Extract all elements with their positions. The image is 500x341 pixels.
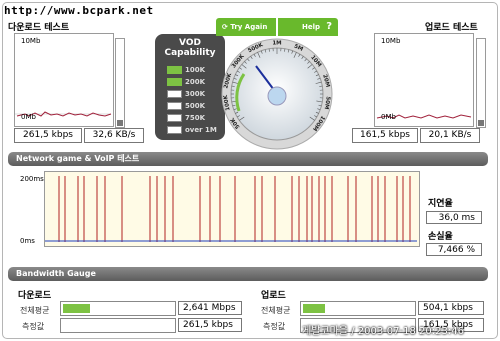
help-label: Help (302, 23, 321, 31)
download-kBs: 32,6 KB/s (84, 128, 144, 143)
watermark: 게발코마을 / 2003-07-18 20:23:46 (302, 326, 464, 337)
vod-item: over 1M (167, 126, 217, 134)
gauge-hub (267, 86, 287, 106)
download-kbps: 261,5 kbps (14, 128, 82, 143)
bw-upload-meas-label: 측정값 (263, 322, 286, 331)
vod-title: VOD (179, 38, 201, 48)
vod-indicator (167, 90, 182, 98)
download-ymin: 0Mb (21, 113, 36, 121)
latency-label: 지연율 (428, 199, 453, 209)
download-test-title: 다운로드 테스트 (8, 23, 70, 33)
vod-indicator (167, 102, 182, 110)
latency-ymax: 200ms (20, 175, 44, 183)
bw-upload-avg-value: 504,1 kbps (418, 301, 484, 315)
upload-kbps: 161,5 kbps (352, 128, 418, 143)
gauge-tick-label: 1M (272, 41, 281, 47)
upload-graph: 10Mb 0Mb (374, 33, 474, 127)
bw-download-avg-bar (60, 301, 176, 316)
vod-subtitle: Capability (164, 48, 216, 58)
site-url: http://www.bcpark.net (4, 4, 154, 17)
vod-item: 500K (167, 102, 205, 110)
refresh-icon: ⟳ (222, 23, 228, 31)
vod-item: 100K (167, 66, 205, 74)
bw-download-title: 다운로드 (18, 291, 52, 301)
network-section-header: Network game & VoIP 테스트 (8, 152, 488, 166)
bw-download-avg-label: 전체평균 (20, 306, 50, 315)
download-ymax: 10Mb (21, 37, 41, 45)
upload-ymax: 10Mb (381, 37, 401, 45)
bandwidth-section-header: Bandwidth Gauge (8, 267, 488, 281)
vod-indicator (167, 114, 182, 122)
vod-indicator (167, 66, 182, 74)
upload-test-title: 업로드 테스트 (425, 23, 478, 33)
latency-graph (44, 171, 420, 247)
bw-download-avg-value: 2,641 Mbps (178, 301, 242, 315)
vod-indicator (167, 78, 182, 86)
bw-download-meas-bar (60, 318, 176, 333)
latency-ymin: 0ms (20, 237, 35, 245)
bw-download-meas-label: 측정값 (22, 322, 45, 331)
vod-item: 300K (167, 90, 205, 98)
speed-gauge: 50K100K200K300K500K 1M5M10M20M50M100M (221, 38, 333, 150)
try-again-label: Try Again (230, 23, 268, 31)
bw-upload-avg-label: 전체평균 (261, 306, 291, 315)
loss-label: 손실율 (428, 232, 453, 242)
latency-value: 36,0 ms (426, 211, 482, 224)
upload-ymin: 0Mb (381, 113, 396, 121)
bw-upload-avg-bar (300, 301, 416, 316)
upload-level-meter (476, 38, 486, 128)
vod-capability-panel: VOD Capability 100K 200K 300K 500K 750K over … (155, 34, 225, 140)
bw-download-meas-value: 261,5 kbps (178, 318, 242, 332)
vod-item: 750K (167, 114, 205, 122)
vod-indicator (167, 126, 182, 134)
upload-kBs: 20,1 KB/s (420, 128, 480, 143)
download-level-meter (115, 38, 125, 128)
download-graph: 10Mb 0Mb (14, 33, 114, 127)
loss-value: 7,466 % (426, 243, 482, 256)
vod-item: 200K (167, 78, 205, 86)
bw-upload-title: 업로드 (261, 291, 286, 301)
